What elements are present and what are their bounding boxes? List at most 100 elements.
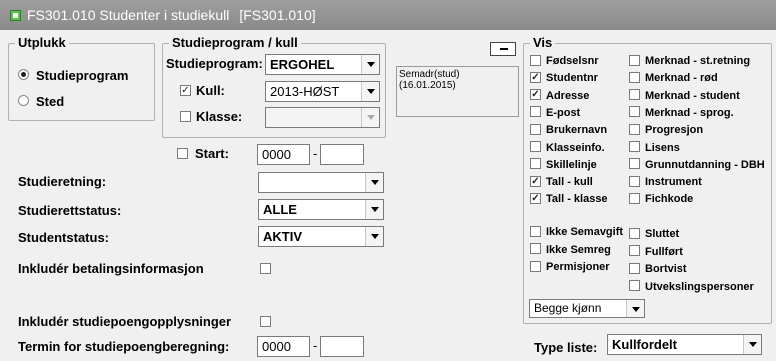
studentstatus-value: AKTIV bbox=[263, 229, 302, 244]
vis-option-label: Instrument bbox=[645, 176, 702, 189]
vis-checkbox[interactable] bbox=[530, 123, 541, 135]
studieretning-select[interactable] bbox=[258, 172, 384, 193]
vis-option-col4-0[interactable]: Sluttet bbox=[629, 227, 680, 240]
vis-option-col4-2[interactable]: Bortvist bbox=[629, 262, 687, 275]
gender-select[interactable]: Begge kjønn bbox=[529, 299, 645, 318]
vis-option-col4-1[interactable]: Fullført bbox=[629, 245, 683, 258]
vis-checkbox[interactable] bbox=[629, 89, 640, 101]
window-code: [FS301.010] bbox=[239, 7, 316, 23]
vis-option-col2-1[interactable]: Merknad - rød bbox=[629, 71, 718, 85]
vis-option-label: Merknad - student bbox=[645, 89, 740, 102]
studentstatus-label: Studentstatus: bbox=[18, 230, 109, 245]
vis-option-label: Fichkode bbox=[645, 193, 694, 206]
vis-checkbox[interactable] bbox=[629, 262, 640, 274]
vis-option-label: Bortvist bbox=[645, 263, 687, 275]
kull-select[interactable]: 2013-HØST bbox=[265, 81, 380, 102]
chevron-down-icon[interactable] bbox=[626, 300, 644, 317]
vis-option-col1-5[interactable]: Klasseinfo. bbox=[530, 141, 605, 154]
vis-option-col3-0[interactable]: Ikke Semavgift bbox=[530, 225, 623, 238]
vis-checkbox[interactable] bbox=[530, 106, 541, 118]
vis-option-col1-6[interactable]: Skillelinje bbox=[530, 158, 597, 171]
vis-checkbox[interactable] bbox=[629, 123, 640, 135]
start-year-input[interactable]: 0000 bbox=[257, 144, 310, 165]
vis-option-col1-4[interactable]: Brukernavn bbox=[530, 123, 608, 137]
vis-option-col4-3[interactable]: Utvekslingspersoner bbox=[629, 280, 754, 293]
vis-checkbox[interactable]: ✓ bbox=[530, 71, 541, 83]
semadr-info-box: Semadr(stud) (16.01.2015) bbox=[396, 66, 519, 117]
vis-option-label: Skillelinje bbox=[546, 158, 597, 171]
chevron-down-icon[interactable] bbox=[361, 55, 379, 74]
vis-option-col1-1[interactable]: ✓ Studentnr bbox=[530, 71, 598, 85]
studierettstatus-value: ALLE bbox=[263, 202, 297, 217]
vis-option-label: Merknad - rød bbox=[645, 72, 718, 85]
vis-option-col1-0[interactable]: Fødselsnr bbox=[530, 54, 599, 67]
vis-option-col2-5[interactable]: Lisens bbox=[629, 141, 680, 154]
vis-option-col2-6[interactable]: Grunnutdanning - DBH bbox=[629, 158, 765, 171]
vis-option-col3-2[interactable]: Permisjoner bbox=[530, 260, 610, 273]
radio-sted[interactable] bbox=[18, 95, 29, 106]
vis-option-label: Sluttet bbox=[645, 228, 680, 240]
termin-term-input[interactable] bbox=[320, 336, 364, 357]
studiepoeng-checkbox[interactable] bbox=[260, 316, 271, 327]
chevron-down-icon[interactable] bbox=[361, 82, 379, 101]
vis-option-col2-4[interactable]: Progresjon bbox=[629, 123, 703, 136]
vis-option-col3-1[interactable]: Ikke Semreg bbox=[530, 243, 611, 256]
vis-checkbox[interactable] bbox=[629, 175, 640, 187]
radio-studieprogram[interactable] bbox=[18, 69, 29, 80]
vis-checkbox[interactable] bbox=[629, 245, 640, 257]
vis-checkbox[interactable] bbox=[530, 225, 541, 237]
collapse-button[interactable] bbox=[490, 42, 516, 56]
vis-checkbox[interactable] bbox=[629, 280, 640, 292]
vis-checkbox[interactable]: ✓ bbox=[530, 175, 541, 187]
start-term-input[interactable] bbox=[320, 144, 364, 165]
vis-option-col1-8[interactable]: ✓ Tall - klasse bbox=[530, 192, 608, 205]
vis-checkbox[interactable] bbox=[629, 141, 640, 153]
klasse-select[interactable] bbox=[265, 107, 380, 128]
radio-studieprogram-label[interactable]: Studieprogram bbox=[36, 68, 128, 83]
radio-sted-label[interactable]: Sted bbox=[36, 94, 64, 109]
window-title: FS301.010 Studenter i studiekull bbox=[27, 7, 230, 23]
vis-option-label: Studentnr bbox=[546, 72, 598, 85]
vis-checkbox[interactable] bbox=[629, 158, 640, 170]
start-checkbox[interactable] bbox=[177, 148, 188, 159]
vis-checkbox[interactable] bbox=[629, 192, 640, 204]
vis-option-label: Brukernavn bbox=[546, 124, 608, 137]
studentstatus-select[interactable]: AKTIV bbox=[258, 226, 384, 247]
vis-checkbox[interactable]: ✓ bbox=[530, 89, 541, 101]
vis-option-col2-7[interactable]: Instrument bbox=[629, 175, 702, 189]
betaling-checkbox[interactable] bbox=[260, 263, 271, 274]
vis-option-label: Fødselsnr bbox=[546, 55, 599, 67]
vis-option-label: Utvekslingspersoner bbox=[645, 280, 754, 293]
vis-option-col2-2[interactable]: Merknad - student bbox=[629, 89, 740, 102]
info-line-2: (16.01.2015) bbox=[399, 80, 456, 91]
vis-checkbox[interactable]: ✓ bbox=[530, 192, 541, 204]
termin-year-input[interactable]: 0000 bbox=[257, 336, 310, 357]
chevron-down-icon[interactable] bbox=[743, 335, 761, 354]
chevron-down-icon[interactable] bbox=[365, 227, 383, 246]
vis-option-col1-2[interactable]: ✓ Adresse bbox=[530, 89, 589, 102]
vis-checkbox[interactable] bbox=[530, 260, 541, 272]
vis-checkbox[interactable] bbox=[530, 158, 541, 170]
vis-option-col1-3[interactable]: E-post bbox=[530, 106, 580, 119]
vis-checkbox[interactable] bbox=[530, 141, 541, 153]
vis-checkbox[interactable] bbox=[629, 106, 640, 118]
klasse-checkbox[interactable] bbox=[180, 111, 191, 122]
chevron-down-icon[interactable] bbox=[365, 200, 383, 219]
vis-checkbox[interactable] bbox=[530, 54, 541, 66]
studierettstatus-select[interactable]: ALLE bbox=[258, 199, 384, 220]
kull-checkbox[interactable]: ✓ bbox=[180, 85, 191, 96]
chevron-down-icon[interactable] bbox=[361, 108, 379, 127]
vis-checkbox[interactable] bbox=[629, 54, 640, 66]
vis-option-col2-0[interactable]: Merknad - st.retning bbox=[629, 54, 750, 67]
vis-option-col2-3[interactable]: Merknad - sprog. bbox=[629, 106, 734, 119]
chevron-down-icon[interactable] bbox=[365, 173, 383, 192]
studieprogram-select[interactable]: ERGOHEL bbox=[265, 54, 380, 75]
type-liste-select[interactable]: Kullfordelt bbox=[607, 334, 762, 355]
vis-option-col2-8[interactable]: Fichkode bbox=[629, 192, 694, 206]
termin-label: Termin for studiepoengberegning: bbox=[18, 339, 230, 354]
vis-checkbox[interactable] bbox=[530, 243, 541, 255]
vis-option-label: Lisens bbox=[645, 141, 680, 154]
vis-checkbox[interactable] bbox=[629, 227, 640, 239]
vis-option-col1-7[interactable]: ✓ Tall - kull bbox=[530, 175, 593, 188]
vis-checkbox[interactable] bbox=[629, 71, 640, 83]
